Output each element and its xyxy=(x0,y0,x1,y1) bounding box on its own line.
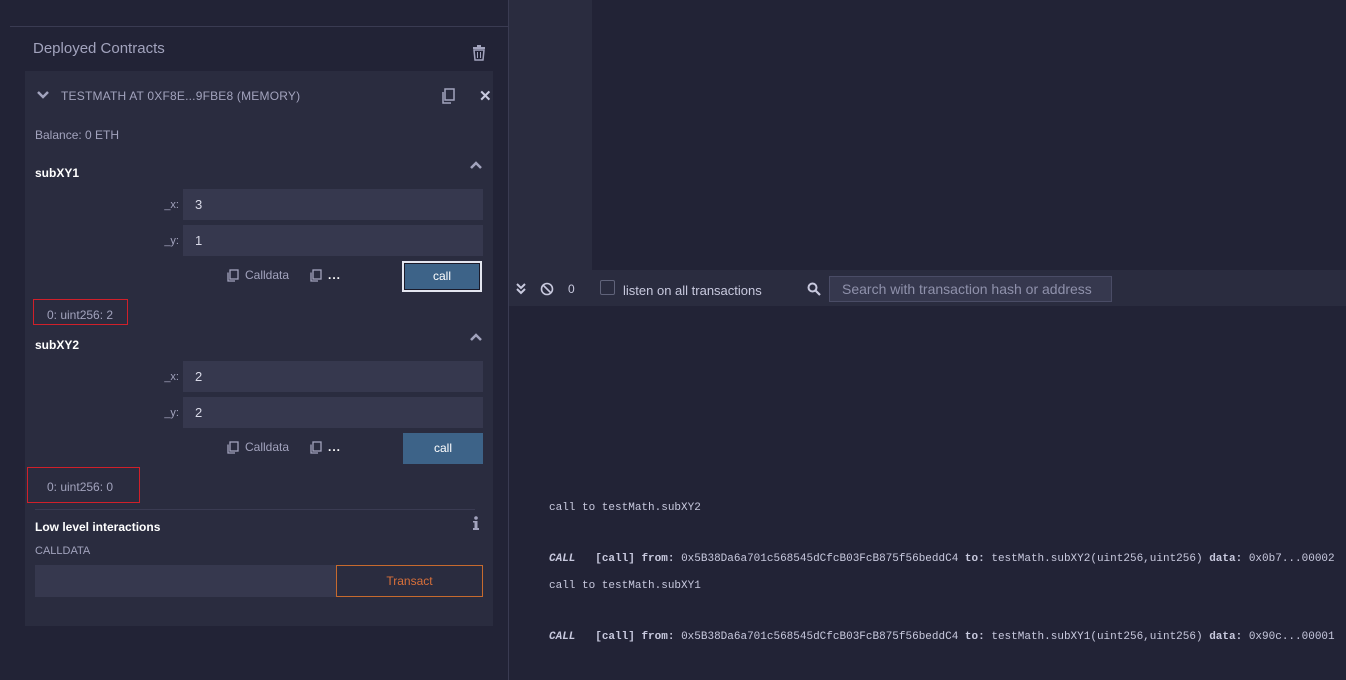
chevron-down-icon[interactable] xyxy=(36,89,50,101)
divider xyxy=(35,509,475,510)
log-to-label: to: xyxy=(964,631,985,643)
copy-icon xyxy=(310,440,322,454)
copy-params-button[interactable]: ... xyxy=(309,440,341,454)
log-data-label: data: xyxy=(1209,553,1243,565)
clear-console-icon[interactable] xyxy=(540,282,554,296)
contract-instance-title[interactable]: TESTMATH AT 0XF8E...9FBE8 (MEMORY) xyxy=(61,89,300,103)
param-label: _x: xyxy=(164,199,179,211)
transact-button[interactable]: Transact xyxy=(336,565,483,597)
param-label: _x: xyxy=(164,371,179,383)
double-chevron-down-icon[interactable] xyxy=(515,283,527,295)
chevron-up-icon[interactable] xyxy=(469,332,483,342)
log-data: 0x0b7...00002 xyxy=(1248,553,1335,565)
param-label: _y: xyxy=(164,235,179,247)
log-to: testMath.subXY1(uint256,uint256) xyxy=(991,631,1203,643)
log-to: testMath.subXY2(uint256,uint256) xyxy=(991,553,1203,565)
editor-area[interactable] xyxy=(509,0,1346,270)
search-input[interactable]: Search with transaction hash or address xyxy=(829,276,1112,302)
param-label: _y: xyxy=(164,407,179,419)
calldata-input[interactable] xyxy=(35,565,336,597)
listen-checkbox[interactable] xyxy=(600,280,615,295)
chevron-up-icon[interactable] xyxy=(469,160,483,170)
editor-gutter xyxy=(509,0,592,270)
low-level-title: Low level interactions xyxy=(35,520,161,534)
param-x-input[interactable] xyxy=(183,189,483,220)
copy-calldata-button[interactable]: Calldata xyxy=(226,440,289,454)
copy-icon xyxy=(227,268,239,282)
log-entry[interactable]: CALL [call] from: 0x5B38Da6a701c568545dC… xyxy=(549,553,1335,565)
call-result: 0: uint256: 2 xyxy=(47,308,114,322)
log-from: 0x5B38Da6a701c568545dCfcB03FcB875f56bedd… xyxy=(681,553,959,565)
function-name: subXY1 xyxy=(35,166,80,180)
listen-label: listen on all transactions xyxy=(623,283,762,298)
param-y-input[interactable] xyxy=(183,397,483,428)
call-button[interactable]: call xyxy=(402,261,482,292)
log-summary: call to testMath.subXY1 xyxy=(549,580,701,592)
deployed-contracts-title: Deployed Contracts xyxy=(33,40,165,57)
log-from: 0x5B38Da6a701c568545dCfcB03FcB875f56bedd… xyxy=(681,631,959,643)
log-summary: call to testMath.subXY2 xyxy=(549,502,701,514)
close-icon[interactable]: ✕ xyxy=(479,87,492,105)
call-result: 0: uint256: 0 xyxy=(47,480,114,494)
more-label: ... xyxy=(328,268,342,282)
log-type: CALL xyxy=(549,553,576,565)
copy-params-button[interactable]: ... xyxy=(309,268,341,282)
param-x-input[interactable] xyxy=(183,361,483,392)
copy-icon xyxy=(310,268,322,282)
calldata-label: Calldata xyxy=(245,268,290,282)
calldata-field-label: CALLDATA xyxy=(35,545,91,557)
log-type: CALL xyxy=(549,631,576,643)
copy-address-icon[interactable] xyxy=(440,88,456,104)
log-from-label: from: xyxy=(641,631,675,643)
log-to-label: to: xyxy=(964,553,985,565)
pending-tx-count: 0 xyxy=(568,282,575,296)
more-label: ... xyxy=(328,440,342,454)
log-tag: [call] xyxy=(595,553,635,565)
contract-instance-card xyxy=(25,71,493,626)
calldata-label: Calldata xyxy=(245,440,290,454)
divider xyxy=(10,26,508,27)
search-icon xyxy=(807,282,821,296)
trash-icon[interactable] xyxy=(472,45,486,61)
copy-calldata-button[interactable]: Calldata xyxy=(226,268,289,282)
log-entry[interactable]: CALL [call] from: 0x5B38Da6a701c568545dC… xyxy=(549,631,1335,643)
function-name: subXY2 xyxy=(35,338,80,352)
terminal-output xyxy=(509,306,1346,680)
log-from-label: from: xyxy=(641,553,675,565)
log-data: 0x90c...00001 xyxy=(1248,631,1335,643)
contract-balance: Balance: 0 ETH xyxy=(35,128,120,142)
log-data-label: data: xyxy=(1209,631,1243,643)
log-tag: [call] xyxy=(595,631,635,643)
call-button[interactable]: call xyxy=(403,433,483,464)
info-icon[interactable] xyxy=(472,515,480,531)
copy-icon xyxy=(227,440,239,454)
param-y-input[interactable] xyxy=(183,225,483,256)
